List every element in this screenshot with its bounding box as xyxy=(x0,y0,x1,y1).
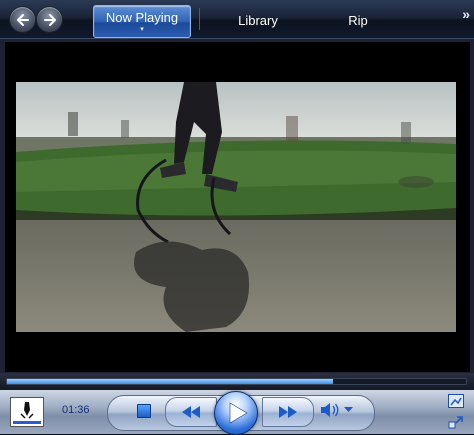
play-button[interactable] xyxy=(214,391,258,435)
tab-library[interactable]: Library xyxy=(228,5,288,35)
video-frame-image xyxy=(16,82,456,332)
speaker-icon[interactable] xyxy=(320,402,340,418)
tab-library-label: Library xyxy=(238,12,278,28)
video-display[interactable] xyxy=(16,82,456,332)
next-icon xyxy=(279,406,297,418)
tab-dropdown-arrow-icon[interactable]: ▾ xyxy=(140,26,144,33)
thumbnail-image xyxy=(11,398,43,426)
next-button[interactable] xyxy=(262,397,314,427)
resize-icon[interactable] xyxy=(448,415,464,429)
seek-bar[interactable] xyxy=(6,378,467,385)
toolbar-divider xyxy=(199,8,200,30)
tab-now-playing[interactable]: Now Playing ▾ xyxy=(93,5,191,38)
tab-now-playing-label: Now Playing xyxy=(105,10,179,25)
previous-icon xyxy=(182,406,200,418)
stop-button[interactable] xyxy=(137,404,151,418)
switch-view-icon[interactable] xyxy=(448,394,464,408)
tab-rip[interactable]: Rip xyxy=(338,5,378,35)
back-button[interactable] xyxy=(9,6,36,33)
previous-button[interactable] xyxy=(165,397,217,427)
tab-rip-label: Rip xyxy=(348,12,368,28)
elapsed-time: 01:36 xyxy=(62,404,90,416)
chevron-down-icon[interactable] xyxy=(344,406,353,413)
album-art-thumbnail[interactable] xyxy=(10,397,44,427)
forward-arrow-icon xyxy=(43,13,56,26)
more-tabs-icon[interactable]: » xyxy=(462,6,470,22)
seek-bar-progress xyxy=(7,379,333,384)
back-arrow-icon xyxy=(16,13,29,26)
forward-button[interactable] xyxy=(36,6,63,33)
play-icon xyxy=(229,402,248,424)
